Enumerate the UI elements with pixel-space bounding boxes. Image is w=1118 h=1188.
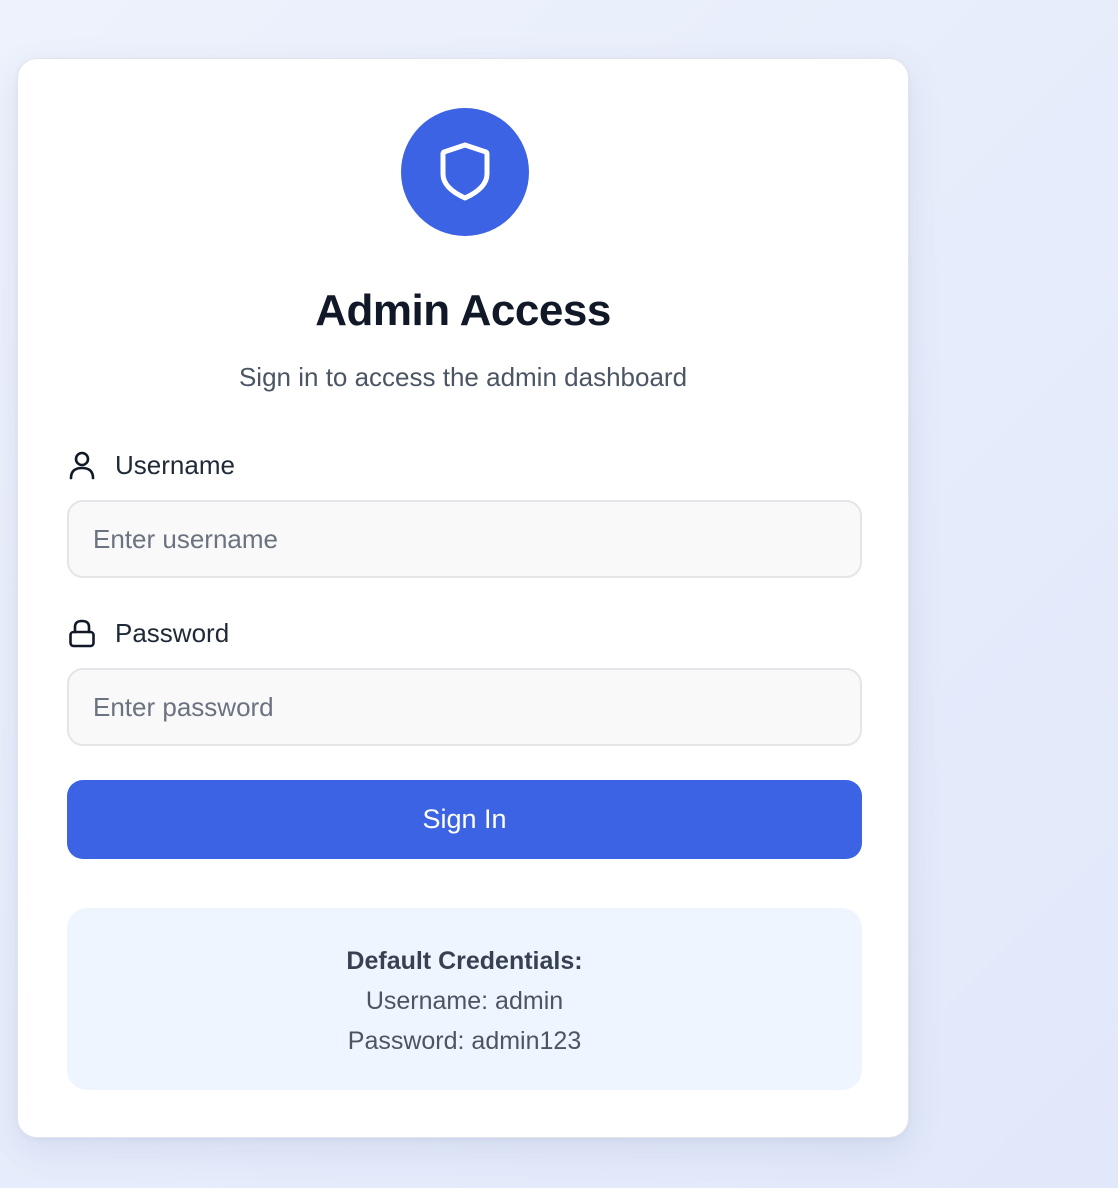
login-card: Admin Access Sign in to access the admin… — [17, 58, 909, 1138]
page-subtitle: Sign in to access the admin dashboard — [238, 362, 688, 392]
sign-in-button[interactable]: Sign In — [67, 780, 862, 859]
logo-badge — [401, 108, 529, 236]
password-label: Password — [67, 615, 229, 651]
username-input[interactable] — [67, 500, 862, 578]
lock-icon — [67, 618, 97, 648]
shield-icon — [440, 142, 490, 201]
password-label-text: Password — [115, 617, 230, 648]
credentials-title: Default Credentials: — [346, 947, 583, 975]
username-label: Username — [67, 447, 235, 483]
credentials-username: Username: admin — [365, 987, 564, 1015]
username-label-text: Username — [115, 449, 235, 480]
user-icon — [67, 450, 97, 480]
page-title: Admin Access — [315, 286, 611, 335]
password-input[interactable] — [67, 668, 862, 746]
default-credentials-box: Default Credentials: Username: admin Pas… — [67, 908, 862, 1090]
credentials-password: Password: admin123 — [347, 1027, 582, 1055]
